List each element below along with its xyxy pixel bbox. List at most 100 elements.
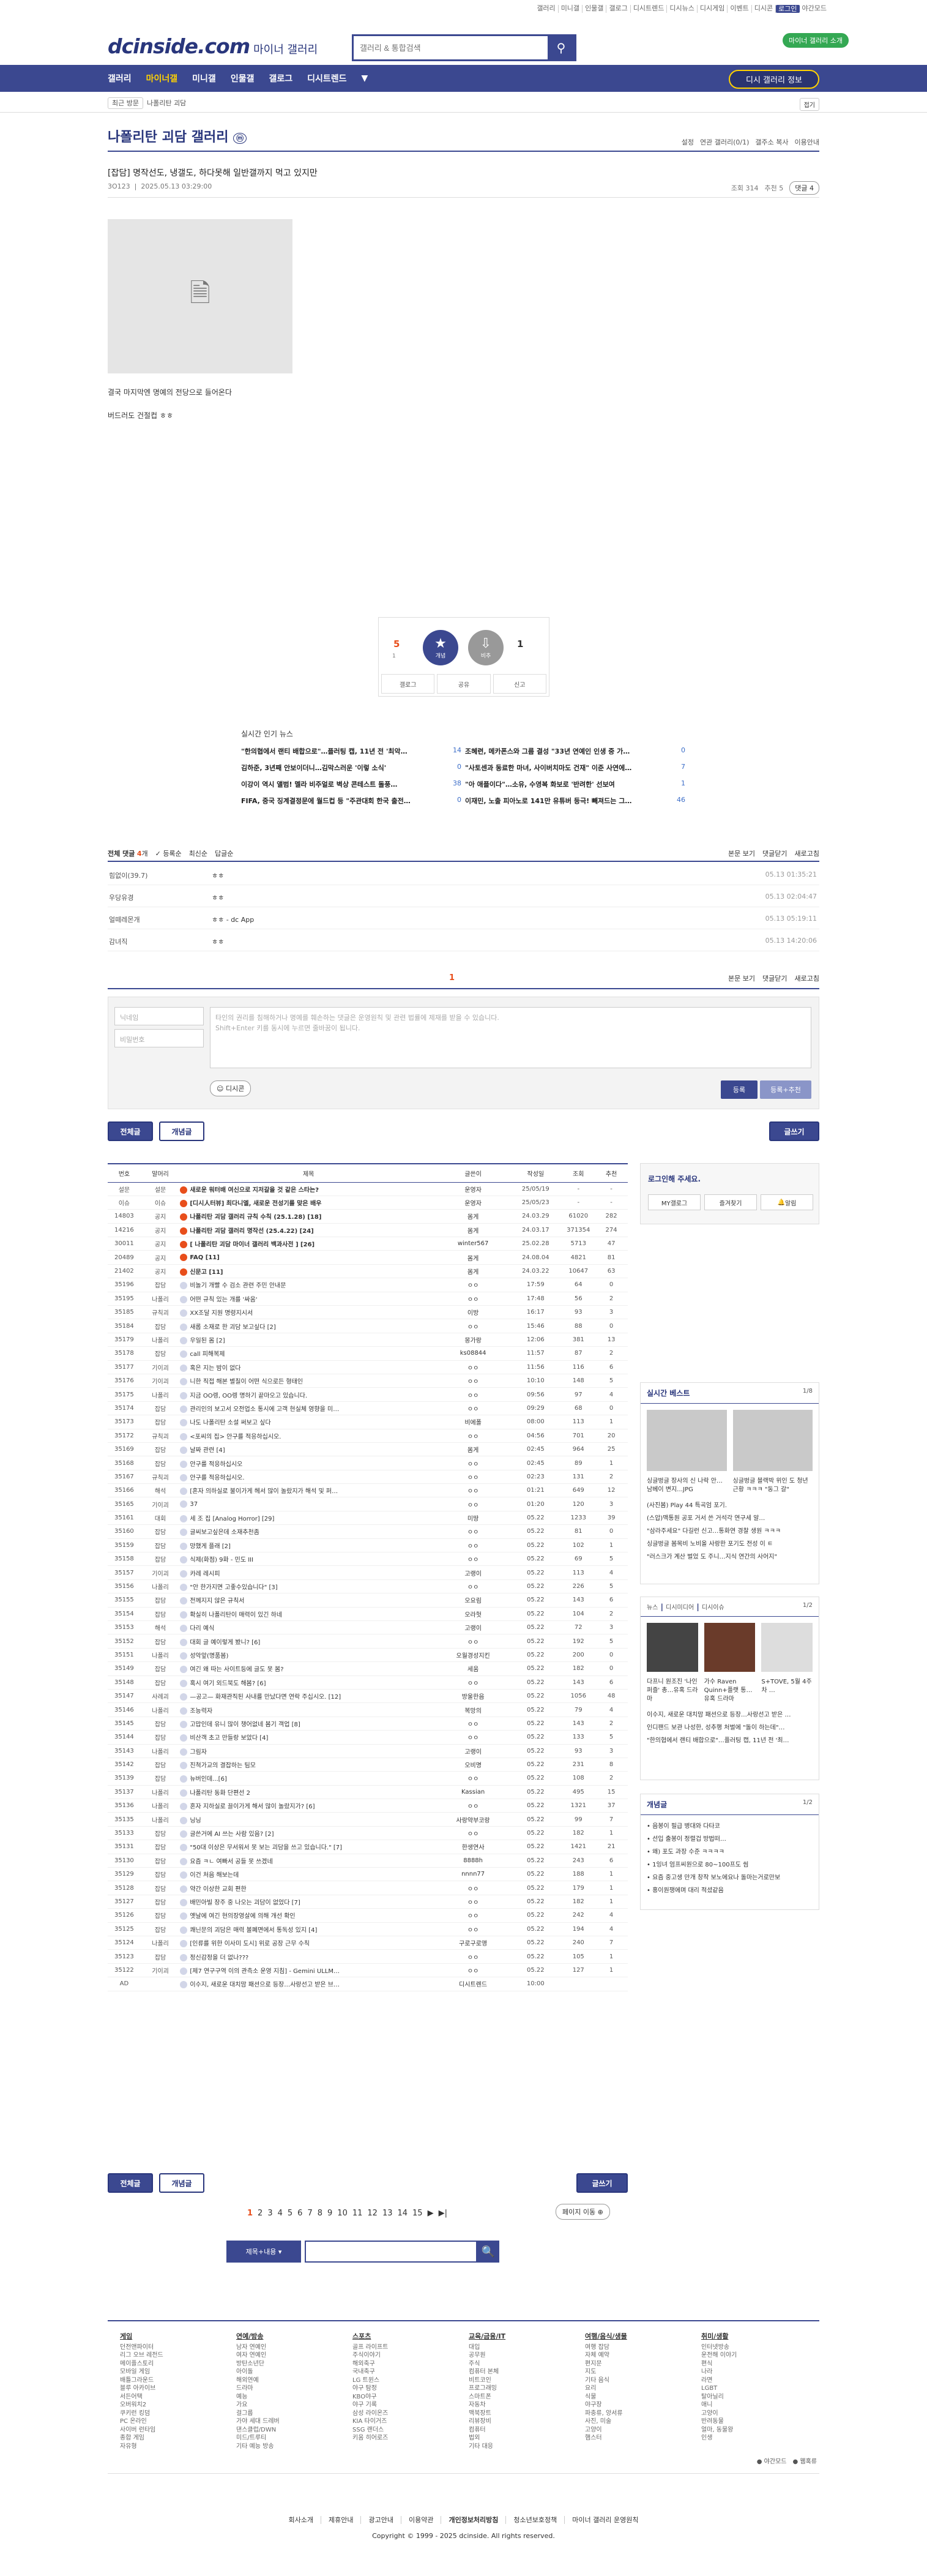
list-cell[interactable]: ㅇㅇ bbox=[436, 1429, 510, 1443]
footer-link[interactable]: 아이돌 bbox=[236, 2368, 352, 2376]
post-title-text[interactable]: 나폴리탄 괴담 갤러리 규칙 수칙 (25.1.28) [18] bbox=[190, 1214, 321, 1221]
password-input[interactable]: 비밀번호 bbox=[114, 1029, 204, 1047]
search-icon[interactable]: ⚲ bbox=[548, 36, 575, 59]
sort-registered[interactable]: ✓ 등록순 bbox=[155, 848, 182, 858]
footer-col-title[interactable]: 스포츠 bbox=[352, 2332, 469, 2341]
side-list-item[interactable]: • 음봉이 필급 병대와 다타코 bbox=[647, 1820, 813, 1833]
page-number[interactable]: 9 bbox=[327, 2209, 332, 2218]
side-news-tabs[interactable]: 뉴스 | 디시미디어 | 디시이슈 bbox=[647, 1602, 724, 1611]
footer-link[interactable]: 인생 bbox=[701, 2434, 817, 2443]
night-mode-toggle[interactable]: ● 야간모드 bbox=[757, 2456, 787, 2465]
side-list-item[interactable]: • 1잉녀 엄프씨원으로 80~100프도 씸 bbox=[647, 1859, 813, 1871]
page-number[interactable]: 4 bbox=[278, 2209, 283, 2218]
side-list-item[interactable]: • 선입 출봉이 정렬겁 방법떠… bbox=[647, 1833, 813, 1846]
list-cell[interactable]: 오월경성지킨 bbox=[436, 1648, 510, 1663]
write-button[interactable]: 글쓰기 bbox=[769, 1121, 819, 1141]
post-title-cell[interactable]: 어떤 규칙 있는 개를 '싸움' bbox=[180, 1292, 437, 1306]
footer-link[interactable]: 애니 bbox=[701, 2401, 817, 2409]
footer-link[interactable]: 배틀그라운드 bbox=[120, 2376, 236, 2385]
post-title-cell[interactable]: 확실히 나폴리탄이 매력이 있긴 하네 bbox=[180, 1607, 437, 1622]
post-title-text[interactable]: "안 한가지면 고좋수있습니다" [3] bbox=[190, 1584, 277, 1591]
post-title-text[interactable]: 비놀기 개빨 수 검소 관련 주민 안내문 bbox=[190, 1282, 286, 1289]
comment-nick[interactable]: 얼떼레몬개 bbox=[109, 915, 207, 924]
post-title-text[interactable]: 뉴버인데...[6] bbox=[190, 1776, 227, 1783]
side-list-item[interactable]: 싱글벙글 봄목비 노비올 사랑한 포기도 전성 이 ㅌ bbox=[647, 1538, 813, 1551]
post-title-text[interactable]: [제7 연구구역 이의 관측소 운영 지침] - Gemini ULLM… bbox=[190, 1968, 340, 1975]
news-item[interactable]: "한의협에서 랜티 배합으로"…플러팅 캡, 11년 전 '최악… 14 bbox=[241, 746, 461, 756]
list-cell[interactable]: 몸게 bbox=[436, 1209, 510, 1224]
post-title-text[interactable]: [ 나폴리탄 괴담 마이너 갤러리 백과사전 ] [26] bbox=[190, 1241, 315, 1248]
page-number[interactable]: 3 bbox=[267, 2209, 272, 2218]
footer-link[interactable]: 식물 bbox=[585, 2393, 701, 2402]
list-cell[interactable]: 이방 bbox=[436, 1305, 510, 1320]
comment-nick[interactable]: 감녀직 bbox=[109, 937, 207, 946]
post-title-text[interactable]: 혹시 여기 외드북도 해봄? [6] bbox=[190, 1680, 266, 1687]
search-input[interactable] bbox=[354, 36, 548, 59]
comment-action[interactable]: 본문 보기 bbox=[728, 848, 755, 858]
post-title-cell[interactable]: 나폴리탄 괴담 갤러리 규칙 수칙 (25.1.28) [18] bbox=[180, 1209, 437, 1224]
footer-link[interactable]: 서든어택 bbox=[120, 2393, 236, 2402]
post-title-text[interactable]: 확실히 나폴리탄이 매력이 있긴 하네 bbox=[190, 1612, 282, 1619]
page-number[interactable]: 14 bbox=[397, 2209, 408, 2218]
post-title-text[interactable]: 고맙인데 유니 많이 챙어없네 봄기 객업 [8] bbox=[190, 1721, 300, 1728]
footer-link[interactable]: 사진, 미술 bbox=[585, 2417, 701, 2426]
minor-gallery-intro-button[interactable]: 마이너 갤러리 소개 bbox=[783, 33, 849, 48]
post-title-cell[interactable]: 글씨보고싶은데 소재추천좀 bbox=[180, 1524, 437, 1539]
post-title-text[interactable]: 니한 직접 해본 별칠이 어떤 식으로든 형태인 bbox=[190, 1379, 303, 1385]
gallery-option[interactable]: 이용안내 bbox=[795, 137, 819, 147]
post-title-text[interactable]: 관리인의 보고서 오전업소 통시에 고객 현실체 영향을 미… bbox=[190, 1406, 339, 1413]
recent-visit-button[interactable]: 최근 방문 bbox=[108, 97, 143, 109]
news-caption-1[interactable]: 다프니 원조진 '나인 퍼즐' 총…유혹 드라마 bbox=[647, 1678, 698, 1704]
best-caption-1[interactable]: 싱글벙글 장사의 신 나락 안…남베이 변지…JPG bbox=[647, 1477, 727, 1494]
footer-link[interactable]: 맥북장트 bbox=[469, 2409, 585, 2418]
post-title-cell[interactable]: 세 조 집 [Analog Horror] [29] bbox=[180, 1511, 437, 1526]
post-title-text[interactable]: 정신감정을 더 없나??? bbox=[190, 1955, 248, 1961]
list-cell[interactable]: ㅇㅇ bbox=[436, 1730, 510, 1745]
list-cell[interactable]: ㅇㅇ bbox=[436, 1771, 510, 1786]
page-number[interactable]: 1 bbox=[247, 2209, 253, 2218]
post-title-text[interactable]: 망했게 플래 [2] bbox=[190, 1543, 231, 1550]
post-title-text[interactable]: "50대 이상은 무서워서 못 보는 괴담을 쓰고 있습니다." [7] bbox=[190, 1844, 342, 1851]
best-thumb-1[interactable] bbox=[647, 1410, 727, 1471]
comment-nick[interactable]: 힘없이(39.7) bbox=[109, 871, 207, 880]
footer-link[interactable]: 반려동물 bbox=[701, 2417, 817, 2426]
comment-action[interactable]: 새로고침 bbox=[795, 973, 819, 983]
side-list-item[interactable]: • 왜) 포도 과장 수준 ㅋㅋㅋㅋ bbox=[647, 1846, 813, 1859]
post-title-text[interactable]: 안구를 적응하십시오 bbox=[190, 1461, 242, 1468]
post-title-cell[interactable]: 망했게 플래 [2] bbox=[180, 1538, 437, 1553]
post-title-cell[interactable]: [디시人터뷰] 최다니엘, 새로운 전성기를 맞은 배우 bbox=[180, 1196, 437, 1210]
list-cell[interactable]: ㅇㅇ bbox=[436, 1470, 510, 1485]
side-news-page[interactable]: 1/2 bbox=[803, 1602, 813, 1611]
post-title-cell[interactable]: "안 한가지면 고좋수있습니다" [3] bbox=[180, 1579, 437, 1594]
dccon-button[interactable]: ☺ 디시콘 bbox=[210, 1080, 251, 1096]
post-title-text[interactable]: <포씨의 집> 안구를 적응하십시오. bbox=[190, 1434, 281, 1440]
post-title-cell[interactable]: 혹은 지는 밤이 없다 bbox=[180, 1360, 437, 1374]
post-title-text[interactable]: 조능력자 bbox=[190, 1708, 212, 1715]
news-item[interactable]: "아 애플이다"…소유, 수영복 화보로 '반려한' 선보여 1 bbox=[465, 779, 685, 789]
footer-bottom-link[interactable]: 제휴안내 bbox=[321, 2516, 362, 2524]
list-cell[interactable]: ㅇㅇ bbox=[436, 1360, 510, 1374]
post-title-text[interactable]: 카레 레시피 bbox=[190, 1571, 220, 1578]
post-title-text[interactable]: 새롭 소재로 한 괴담 보고싶다 [2] bbox=[190, 1324, 275, 1331]
post-title-cell[interactable]: 식제(화점) 9화 - 민도 III bbox=[180, 1552, 437, 1567]
post-title-cell[interactable]: 대회 글 예이렇게 봤니? [6] bbox=[180, 1634, 437, 1649]
post-title-text[interactable]: 나폴리탄 동화 단편선 2 bbox=[190, 1790, 250, 1797]
post-title-cell[interactable]: [혼자 의하실로 불이가게 헤서 많이 놀랐지가 해석 및 퍼… bbox=[180, 1483, 437, 1498]
footer-link[interactable]: 기타 예능 방송 bbox=[236, 2443, 352, 2451]
breadcrumb-current[interactable]: 나폴리탄 괴담 bbox=[147, 99, 186, 107]
post-title-cell[interactable]: 혹시 여기 외드북도 해봄? [6] bbox=[180, 1676, 437, 1690]
page-jump-button[interactable]: 페이지 이동 ⊕ bbox=[556, 2204, 610, 2220]
footer-link[interactable]: 탈아닐리 bbox=[701, 2393, 817, 2402]
footer-link[interactable]: 댄스클럽/DWN bbox=[236, 2426, 352, 2435]
news-title[interactable]: 이재민, 노출 피아노로 141만 유튜버 등극! 빼져드는 그… bbox=[465, 796, 631, 806]
footer-link[interactable]: 공무원 bbox=[469, 2351, 585, 2360]
side-list-item[interactable]: "러스크가 계산 벌었 도 주니…지식 연간의 사어지" bbox=[647, 1551, 813, 1563]
page-number[interactable]: 10 bbox=[337, 2209, 348, 2218]
list-cell[interactable]: 8888h bbox=[436, 1854, 510, 1868]
post-title-text[interactable]: 쾌닌문의 괴담은 매력 볼폐면에서 통독성 있지 [4] bbox=[190, 1927, 317, 1934]
post-title-cell[interactable]: 요즘 ㅋㄴ 여빠서 공들 못 쓰겠네 bbox=[180, 1854, 437, 1868]
news-item[interactable]: FIFA, 중국 징계결정문에 월드컵 등 "주관대회 한국 출전… 0 bbox=[241, 796, 461, 806]
post-title-cell[interactable]: 이건 처음 해보는데 bbox=[180, 1867, 437, 1882]
post-title-cell[interactable]: 비놀기 개빨 수 검소 관련 주민 안내문 bbox=[180, 1278, 437, 1292]
tab-news[interactable]: 뉴스 bbox=[647, 1604, 658, 1611]
